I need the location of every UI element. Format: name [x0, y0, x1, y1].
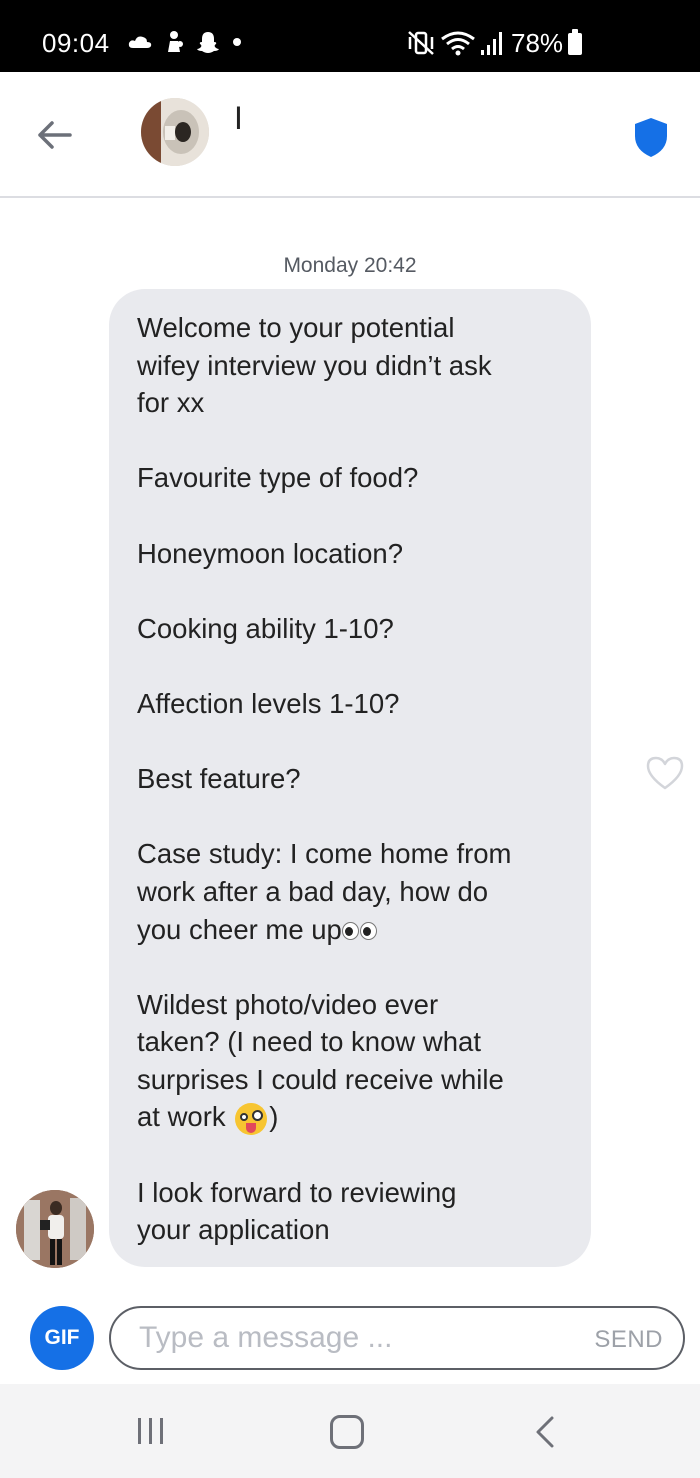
system-nav-bar: [0, 1384, 700, 1478]
message-line: Cooking ability 1-10?: [137, 612, 394, 644]
message-line: for xx: [137, 387, 205, 419]
dot-icon: [233, 38, 241, 46]
back-button[interactable]: [30, 110, 80, 160]
message-line: [137, 572, 563, 610]
message-input[interactable]: [139, 1318, 559, 1358]
message-line: [137, 1136, 563, 1174]
shield-icon: [635, 118, 667, 157]
heart-outline-icon: [646, 756, 684, 790]
message-line: Affection levels 1-10?: [137, 687, 400, 719]
received-message-bubble[interactable]: Welcome to your potential wifey intervie…: [109, 289, 591, 1267]
signal-icon: [481, 32, 502, 55]
battery-percent: 78%: [511, 28, 564, 58]
message-line: [137, 422, 563, 460]
arrow-left-icon: [38, 121, 72, 149]
snapchat-ghost-icon: [197, 32, 219, 53]
eyes-emoji: [341, 922, 378, 941]
back-icon[interactable]: [530, 1414, 558, 1450]
message-line: your application: [137, 1214, 330, 1246]
message-line: I look forward to reviewing: [137, 1176, 457, 1208]
figure-icon: [168, 31, 183, 52]
contact-name[interactable]: I: [234, 100, 243, 137]
wifi-icon: [441, 31, 475, 56]
message-line: [137, 798, 563, 836]
recent-apps-icon[interactable]: [133, 1414, 169, 1448]
status-bar: 09:04 78%: [0, 0, 700, 72]
chat-header: I: [0, 72, 700, 198]
status-time: 09:04: [42, 28, 110, 58]
message-line: work after a bad day, how do: [137, 875, 489, 907]
message-line: surprises I could receive while: [137, 1063, 504, 1095]
send-button[interactable]: SEND: [594, 1326, 663, 1354]
message-line: at work ): [137, 1098, 563, 1136]
mute-vibrate-icon: [408, 31, 434, 55]
contact-avatar[interactable]: [141, 98, 209, 166]
message-line-tail: ): [269, 1101, 279, 1133]
home-icon[interactable]: [330, 1415, 364, 1449]
message-line: Favourite type of food?: [137, 462, 419, 494]
cloud-icon: [128, 36, 152, 48]
message-line: Honeymoon location?: [137, 537, 404, 569]
message-line-text: you cheer me up: [137, 913, 342, 945]
status-notification-icons: [128, 30, 242, 54]
message-line: Best feature?: [137, 763, 301, 795]
message-line: taken? (I need to know what: [137, 1026, 481, 1058]
message-line: Welcome to your potential: [137, 312, 455, 343]
message-line: [137, 497, 563, 535]
sender-avatar[interactable]: [16, 1190, 94, 1268]
message-timestamp: Monday 20:42: [283, 254, 417, 277]
message-line: Wildest photo/video ever: [137, 988, 439, 1020]
message-line: [137, 647, 563, 685]
gif-button[interactable]: GIF: [30, 1306, 94, 1370]
message-line: you cheer me up: [137, 911, 563, 949]
like-message-button[interactable]: [645, 755, 685, 791]
message-composer: SEND: [109, 1306, 685, 1370]
message-line: [137, 948, 563, 986]
message-line: Case study: I come home from: [137, 838, 512, 870]
message-line-text: at work: [137, 1101, 234, 1133]
battery-icon: [568, 29, 582, 55]
message-line: [137, 723, 563, 761]
message-line: wifey interview you didn’t ask: [137, 349, 492, 381]
safety-button[interactable]: [632, 116, 670, 158]
zany-face-emoji: [235, 1103, 268, 1136]
